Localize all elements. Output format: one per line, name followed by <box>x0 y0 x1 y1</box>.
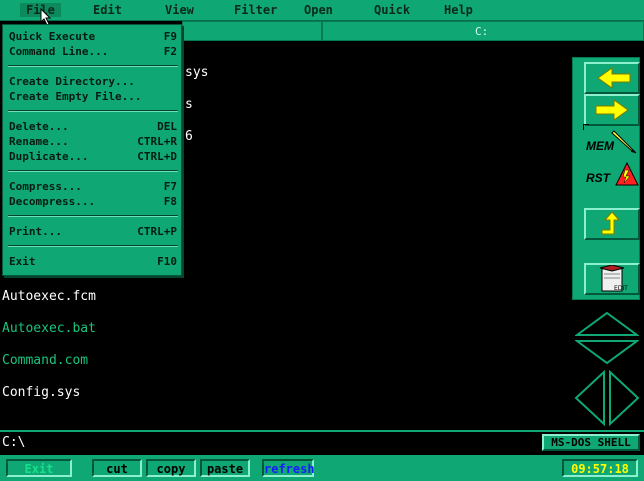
menu-separator <box>8 245 178 247</box>
arrow-right-icon <box>595 99 629 121</box>
shortcut-key: F9 <box>163 30 177 43</box>
tool-panel: MEM RST EDIT <box>572 57 640 300</box>
menu-separator <box>8 65 178 67</box>
menu-item-label: Create Empty File... <box>9 90 142 103</box>
menu-item-create-empty-file[interactable]: Create Empty File... <box>9 90 177 103</box>
forward-button[interactable] <box>584 94 640 126</box>
menu-item-compress[interactable]: Compress... F7 <box>9 180 177 193</box>
exit-button[interactable]: Exit <box>6 459 72 477</box>
menu-separator <box>8 215 178 217</box>
menu-item-label: Duplicate... <box>9 150 89 163</box>
menu-open[interactable]: Open <box>304 3 333 17</box>
menu-separator <box>8 170 178 172</box>
menu-item-decompress[interactable]: Decompress... F8 <box>9 195 177 208</box>
edit-document-icon <box>599 265 625 292</box>
file-autoexec-bat[interactable]: Autoexec.bat <box>2 321 96 336</box>
menu-item-label: Decompress... <box>9 195 96 208</box>
edit-button[interactable]: EDIT <box>584 263 640 295</box>
file-autoexec-fcm[interactable]: Autoexec.fcm <box>2 289 96 304</box>
warning-icon <box>615 161 639 186</box>
menu-quick[interactable]: Quick <box>374 3 410 17</box>
shortcut-key: CTRL+P <box>137 225 177 238</box>
panel-title-left <box>182 21 322 41</box>
rst-label: RST <box>586 171 610 185</box>
file-menu-dropdown: Quick Execute F9 Command Line... F2 Create… <box>2 24 182 276</box>
menu-item-create-directory[interactable]: Create Directory... <box>9 75 177 88</box>
menu-filter[interactable]: Filter <box>234 3 277 17</box>
arrow-left-icon <box>597 67 631 89</box>
mem-button[interactable]: MEM <box>584 127 640 155</box>
clock: 09:57:18 <box>562 459 638 477</box>
menu-bar: File Edit View Filter Open Quick Help <box>0 0 644 21</box>
menu-item-command-line[interactable]: Command Line... F2 <box>9 45 177 58</box>
shortcut-key: F7 <box>163 180 177 193</box>
scroll-up-icon[interactable] <box>575 311 639 337</box>
drive-label: C: <box>475 25 489 38</box>
menu-item-label: Compress... <box>9 180 82 193</box>
shortcut-key: F10 <box>157 255 177 268</box>
file-config-sys[interactable]: Config.sys <box>2 385 80 400</box>
file-partial-1[interactable]: sys <box>185 65 208 80</box>
bottom-toolbar: Exit cut copy paste refresh 09:57:18 <box>0 455 644 481</box>
menu-item-label: Quick Execute <box>9 30 96 43</box>
command-prompt: C:\ <box>2 435 26 450</box>
arrow-up-icon <box>601 211 621 235</box>
menu-item-print[interactable]: Print... CTRL+P <box>9 225 177 238</box>
menu-item-duplicate[interactable]: Duplicate... CTRL+D <box>9 150 177 163</box>
menu-help[interactable]: Help <box>444 3 473 17</box>
menu-item-label: Rename... <box>9 135 69 148</box>
menu-item-quick-execute[interactable]: Quick Execute F9 <box>9 30 177 43</box>
menu-separator <box>8 110 178 112</box>
scroll-down-icon[interactable] <box>575 339 639 365</box>
refresh-button[interactable]: refresh <box>262 459 315 477</box>
menu-item-label: Delete... <box>9 120 69 133</box>
scroll-left-icon[interactable] <box>574 370 606 426</box>
file-partial-3[interactable]: 6 <box>185 129 193 144</box>
cut-button[interactable]: cut <box>92 459 142 477</box>
rst-button[interactable]: RST <box>584 159 640 189</box>
menu-item-label: Create Directory... <box>9 75 135 88</box>
pencil-icon <box>611 130 637 154</box>
parent-directory-button[interactable] <box>584 208 640 240</box>
menu-item-label: Exit <box>9 255 36 268</box>
shortcut-key: CTRL+R <box>137 135 177 148</box>
edit-label: EDIT <box>614 285 628 292</box>
menu-item-rename[interactable]: Rename... CTRL+R <box>9 135 177 148</box>
copy-button[interactable]: copy <box>146 459 196 477</box>
shell-badge: MS-DOS SHELL <box>542 434 640 451</box>
menu-edit[interactable]: Edit <box>93 3 122 17</box>
menu-item-label: Command Line... <box>9 45 109 58</box>
menu-view[interactable]: View <box>165 3 194 17</box>
back-button[interactable] <box>584 62 640 94</box>
scroll-right-icon[interactable] <box>608 370 640 426</box>
menu-item-delete[interactable]: Delete... DEL <box>9 120 177 133</box>
shortcut-key: F8 <box>163 195 177 208</box>
panel-title-right: C: <box>322 21 644 41</box>
file-command-com[interactable]: Command.com <box>2 353 88 368</box>
menu-item-exit[interactable]: Exit F10 <box>9 255 177 268</box>
shortcut-key: CTRL+D <box>137 150 177 163</box>
shortcut-key: DEL <box>157 120 177 133</box>
menu-item-label: Print... <box>9 225 62 238</box>
shortcut-key: F2 <box>163 45 177 58</box>
paste-button[interactable]: paste <box>200 459 250 477</box>
file-partial-2[interactable]: s <box>185 97 193 112</box>
